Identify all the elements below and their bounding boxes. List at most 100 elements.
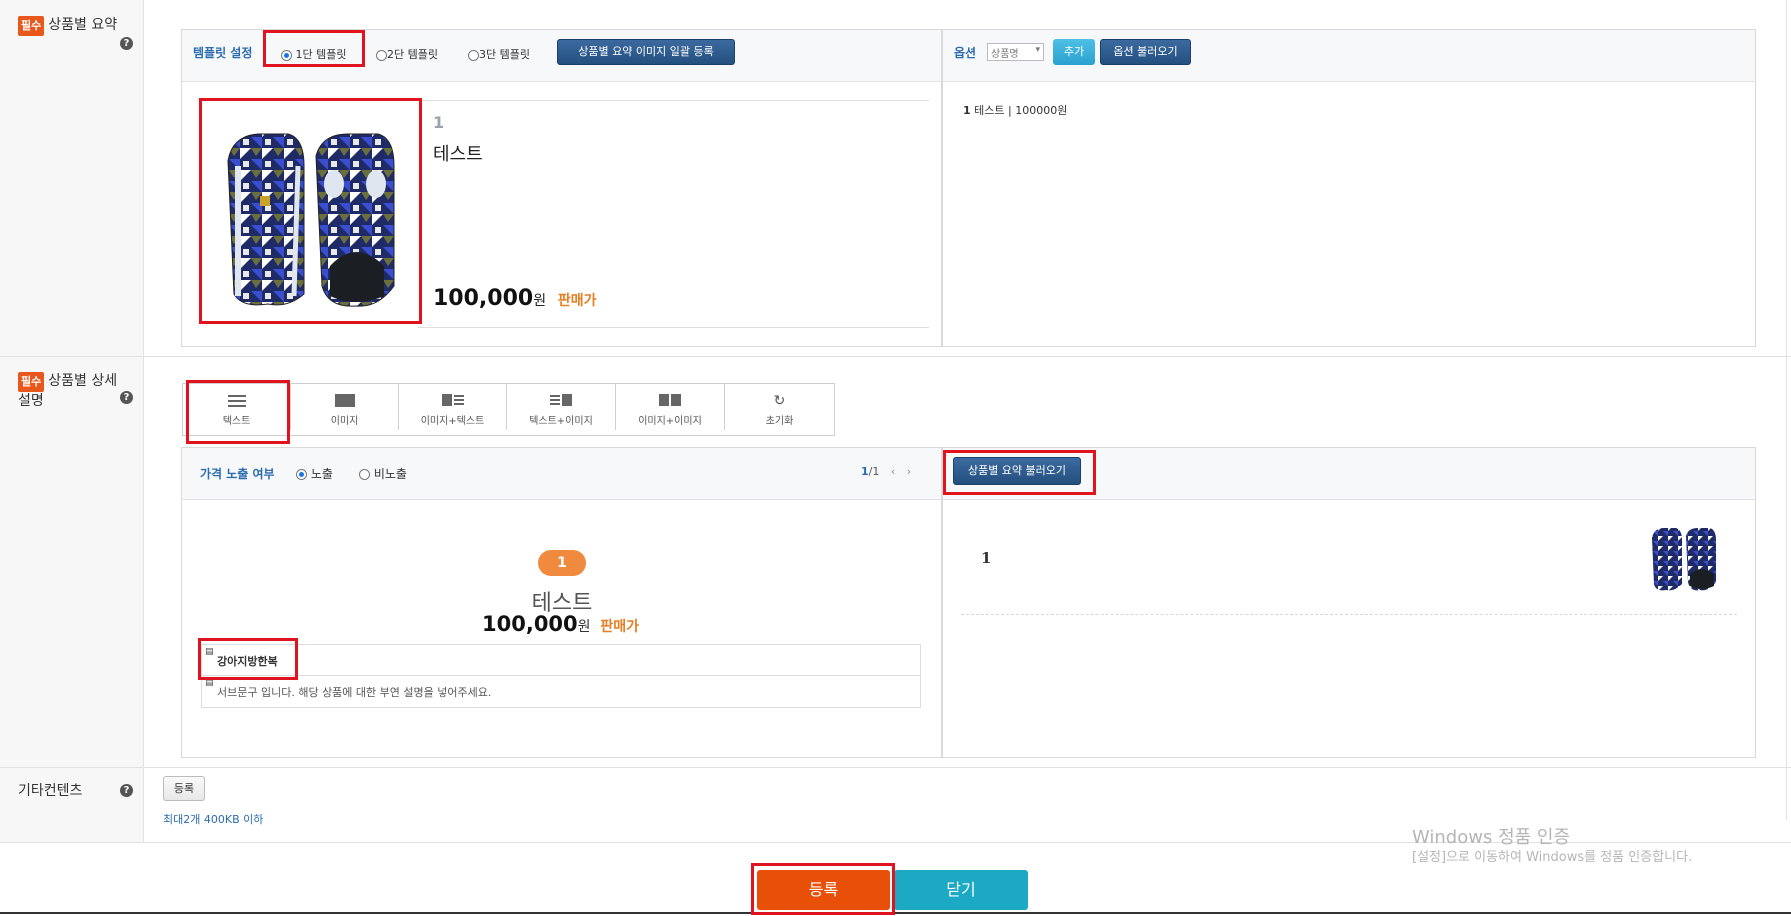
template-2-label: 2단 템플릿 bbox=[387, 48, 438, 61]
text-lines-icon bbox=[227, 395, 246, 407]
chevron-left-icon[interactable]: ‹ bbox=[891, 465, 895, 478]
toolbar-image-text-button[interactable]: 이미지+텍스트 bbox=[399, 384, 507, 430]
required-badge: 필수 bbox=[18, 372, 45, 392]
image-image-icon bbox=[659, 394, 681, 406]
toolbar-image-text-label: 이미지+텍스트 bbox=[420, 416, 485, 427]
close-button[interactable]: 닫기 bbox=[894, 870, 1028, 910]
template-3-label: 3단 템플릿 bbox=[479, 48, 530, 61]
summary-item-bottomline bbox=[418, 327, 929, 328]
option-label: 옵션 bbox=[954, 46, 977, 60]
summary-item-name: 테스트 bbox=[433, 144, 483, 165]
toolbar-text-button[interactable]: 텍스트 bbox=[183, 384, 291, 430]
row-divider bbox=[0, 767, 1791, 768]
template-radio-1[interactable]: 1단 템플릿 bbox=[281, 46, 346, 62]
chevron-down-icon: ▾ bbox=[1035, 45, 1040, 55]
required-badge: 필수 bbox=[18, 16, 45, 36]
show-radio-circle[interactable] bbox=[296, 469, 307, 480]
radio-3-circle[interactable] bbox=[468, 49, 479, 61]
submit-button[interactable]: 등록 bbox=[757, 870, 890, 910]
option-add-button[interactable]: 추가 bbox=[1053, 39, 1095, 65]
pager-total: /1 bbox=[868, 465, 880, 478]
toolbar-text-image-label: 텍스트+이미지 bbox=[529, 416, 593, 427]
detail-number-badge: 1 bbox=[538, 550, 586, 576]
edit-note-icon: ▤ bbox=[205, 647, 214, 657]
detail-row-title: 필수 상품별 상세 설명 bbox=[18, 372, 117, 410]
option-item-text: 테스트 | 100000원 bbox=[974, 104, 1068, 117]
detail-price-block: 100,000원 판매가 bbox=[482, 612, 682, 636]
pager: 1/1 ‹ › bbox=[861, 465, 911, 478]
load-summary-button[interactable]: 상품별 요약 불러오기 bbox=[953, 457, 1081, 485]
product-image bbox=[218, 126, 402, 326]
detail-right-item-number: 1 bbox=[981, 549, 992, 567]
price-hide-radio[interactable]: 비노출 bbox=[359, 465, 407, 482]
detail-right-thumbnail bbox=[1648, 526, 1718, 594]
detail-price-label: 판매가 bbox=[600, 619, 640, 635]
etc-row-title: 기타컨텐츠 bbox=[18, 783, 83, 799]
summary-panel: 템플릿 설정 1단 템플릿 2단 템플릿 3단 템플릿 상품별 요약 이미지 일… bbox=[181, 29, 942, 347]
summary-price-label: 판매가 bbox=[557, 293, 597, 309]
toolbar-reset-button[interactable]: ↻ 초기화 bbox=[725, 384, 834, 430]
option-select[interactable]: 상품명 ▾ bbox=[987, 43, 1044, 61]
help-icon[interactable]: ? bbox=[120, 37, 133, 50]
price-show-radio[interactable]: 노출 bbox=[296, 465, 333, 482]
detail-title-line2: 설명 bbox=[18, 393, 44, 409]
price-visible-label: 가격 노출 여부 bbox=[200, 467, 275, 481]
toolbar-text-image-button[interactable]: 텍스트+이미지 bbox=[507, 384, 616, 430]
etc-label-cell bbox=[0, 768, 144, 842]
row-divider bbox=[0, 356, 1791, 357]
toolbar-text-label: 텍스트 bbox=[222, 416, 251, 427]
option-list-item: 1 테스트 | 100000원 bbox=[963, 102, 1067, 118]
option-panel: 옵션 상품명 ▾ 추가 옵션 불러오기 1 테스트 | 100000원 bbox=[942, 29, 1756, 347]
template-setting-label: 템플릿 설정 bbox=[193, 46, 253, 60]
summary-label-cell bbox=[0, 0, 144, 356]
detail-sub-text-row[interactable]: ▤ 서브문구 입니다. 해당 상품에 대한 부연 설명을 넣어주세요. bbox=[201, 676, 921, 708]
summary-won: 원 bbox=[533, 293, 547, 309]
detail-panel: 가격 노출 여부 노출 비노출 1/1 ‹ › 1 테스트 100,000원 판… bbox=[181, 447, 942, 758]
hide-label: 비노출 bbox=[373, 467, 407, 481]
radio-1-circle[interactable] bbox=[281, 49, 292, 61]
image-text-icon bbox=[441, 394, 464, 406]
text-image-icon bbox=[550, 394, 572, 406]
detail-price: 100,000 bbox=[482, 612, 578, 636]
summary-item-number: 1 bbox=[433, 113, 445, 132]
bottom-border-line bbox=[0, 912, 1791, 914]
summary-title-text: 상품별 요약 bbox=[48, 17, 118, 33]
help-icon[interactable]: ? bbox=[120, 784, 133, 797]
detail-main-text: 강아지방한복 bbox=[217, 655, 278, 668]
radio-2-circle[interactable] bbox=[376, 49, 387, 61]
right-edge-line bbox=[1786, 0, 1787, 820]
show-label: 노출 bbox=[310, 467, 333, 481]
summary-item-topline bbox=[418, 100, 929, 101]
summary-row-title: 필수 상품별 요약 bbox=[18, 16, 117, 36]
refresh-icon: ↻ bbox=[773, 393, 786, 409]
option-select-value: 상품명 bbox=[991, 49, 1019, 60]
summary-price-block: 100,000원 판매가 bbox=[433, 286, 597, 311]
toolbar-image-label: 이미지 bbox=[330, 416, 359, 427]
image-block-icon bbox=[334, 394, 355, 407]
windows-watermark-subtitle: [설정]으로 이동하여 Windows를 정품 인증합니다. bbox=[1412, 850, 1693, 865]
etc-register-button[interactable]: 등록 bbox=[163, 776, 205, 801]
detail-title-line1: 상품별 상세 bbox=[48, 373, 118, 389]
detail-toolbar: 텍스트 이미지 이미지+텍스트 텍스트+이미지 이미지+이미지 ↻ 초기화 bbox=[182, 383, 835, 436]
detail-right-panel: 상품별 요약 불러오기 1 bbox=[942, 447, 1756, 758]
detail-sub-text: 서브문구 입니다. 해당 상품에 대한 부연 설명을 넣어주세요. bbox=[217, 686, 492, 699]
detail-label-cell bbox=[0, 357, 144, 767]
option-item-index: 1 bbox=[963, 104, 971, 117]
detail-won: 원 bbox=[577, 619, 591, 635]
template-radio-3[interactable]: 3단 템플릿 bbox=[468, 46, 530, 62]
detail-main-text-row[interactable]: ▤ 강아지방한복 bbox=[201, 644, 921, 676]
chevron-right-icon[interactable]: › bbox=[907, 465, 911, 478]
toolbar-image-image-button[interactable]: 이미지+이미지 bbox=[616, 384, 725, 430]
hide-radio-circle[interactable] bbox=[359, 469, 370, 480]
help-icon[interactable]: ? bbox=[120, 391, 133, 404]
etc-note: 최대2개 400KB 이하 bbox=[163, 813, 264, 826]
summary-price: 100,000 bbox=[433, 286, 534, 311]
toolbar-reset-label: 초기화 bbox=[765, 416, 794, 427]
toolbar-image-image-label: 이미지+이미지 bbox=[638, 416, 702, 427]
template-1-label: 1단 템플릿 bbox=[295, 48, 347, 61]
option-load-button[interactable]: 옵션 불러오기 bbox=[1100, 39, 1191, 65]
toolbar-image-button[interactable]: 이미지 bbox=[291, 384, 399, 430]
bulk-summary-image-button[interactable]: 상품별 요약 이미지 일괄 등록 bbox=[557, 39, 735, 65]
edit-note-icon: ▤ bbox=[205, 678, 214, 688]
template-radio-2[interactable]: 2단 템플릿 bbox=[376, 46, 438, 62]
